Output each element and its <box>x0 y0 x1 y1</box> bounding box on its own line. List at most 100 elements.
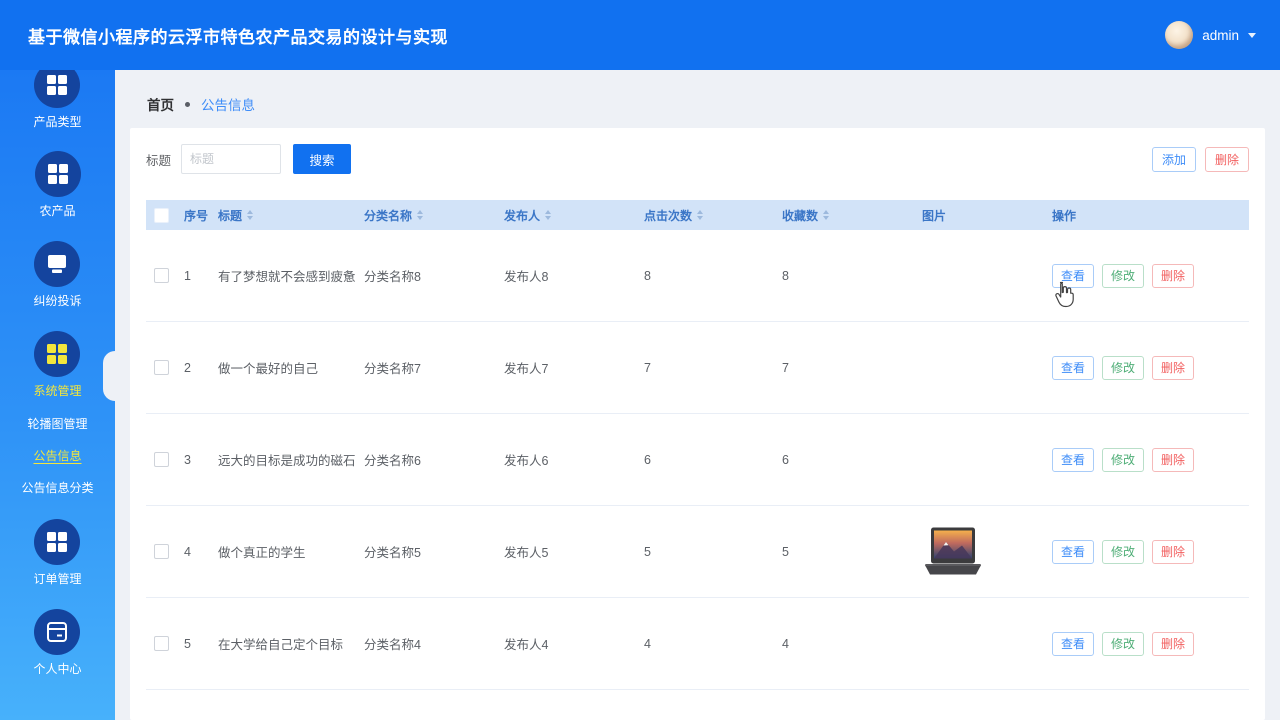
edit-button[interactable]: 修改 <box>1102 540 1144 564</box>
sidebar-item-label: 农产品 <box>39 204 75 218</box>
delete-button[interactable]: 删除 <box>1205 147 1249 172</box>
column-header-label: 收藏数 <box>782 207 818 224</box>
cell-actions: 查看修改删除 <box>1044 356 1249 380</box>
sort-icon[interactable] <box>697 210 703 220</box>
chevron-down-icon <box>1248 33 1256 38</box>
main-content: 首页 公告信息 标题 搜索 添加 删除 序号标题分类名称发布人点击次数收藏数图片… <box>115 70 1280 720</box>
breadcrumb-separator-icon <box>185 102 190 107</box>
cell-favorites: 4 <box>774 637 914 651</box>
cell-actions: 查看修改删除 <box>1044 448 1249 472</box>
row-checkbox-cell <box>146 268 176 283</box>
table-row: 1有了梦想就不会感到疲惫分类名称8发布人888查看修改删除 <box>146 230 1249 322</box>
row-delete-button[interactable]: 删除 <box>1152 632 1194 656</box>
cell-title: 有了梦想就不会感到疲惫 <box>210 266 356 285</box>
row-delete-button[interactable]: 删除 <box>1152 264 1194 288</box>
view-button[interactable]: 查看 <box>1052 632 1094 656</box>
table-row: 3远大的目标是成功的磁石分类名称6发布人666查看修改删除 <box>146 414 1249 506</box>
table-header-row: 序号标题分类名称发布人点击次数收藏数图片操作 <box>146 200 1249 230</box>
sidebar-item-label: 纠纷投诉 <box>33 294 81 308</box>
active-item-notch <box>103 351 115 401</box>
sort-icon[interactable] <box>417 210 423 220</box>
select-all-checkbox[interactable] <box>154 208 169 223</box>
cell-publisher: 发布人4 <box>496 634 636 653</box>
cell-favorites: 7 <box>774 361 914 375</box>
cell-publisher: 发布人6 <box>496 450 636 469</box>
sidebar-subitem-公告信息[interactable]: 公告信息 <box>33 449 81 463</box>
column-header-actions: 操作 <box>1044 207 1249 224</box>
row-delete-button[interactable]: 删除 <box>1152 448 1194 472</box>
sidebar-subitem-轮播图管理[interactable]: 轮播图管理 <box>27 417 87 431</box>
column-header-label: 操作 <box>1052 207 1076 224</box>
column-header-publisher[interactable]: 发布人 <box>496 207 636 224</box>
row-checkbox-cell <box>146 544 176 559</box>
row-delete-button[interactable]: 删除 <box>1152 356 1194 380</box>
edit-button[interactable]: 修改 <box>1102 264 1144 288</box>
column-header-label: 图片 <box>922 207 946 224</box>
top-header: 基于微信小程序的云浮市特色农产品交易的设计与实现 admin <box>0 0 1280 70</box>
username: admin <box>1202 28 1239 43</box>
sidebar-item-系统管理[interactable]: 系统管理 <box>33 331 81 398</box>
cell-index: 4 <box>176 545 210 559</box>
view-button[interactable]: 查看 <box>1052 264 1094 288</box>
cell-publisher: 发布人5 <box>496 542 636 561</box>
sort-icon[interactable] <box>823 210 829 220</box>
column-header-title[interactable]: 标题 <box>210 207 356 224</box>
sidebar-item-订单管理[interactable]: 订单管理 <box>33 519 81 586</box>
sidebar-subitem-公告信息分类[interactable]: 公告信息分类 <box>21 481 93 495</box>
add-button[interactable]: 添加 <box>1152 147 1196 172</box>
cell-clicks: 7 <box>636 361 774 375</box>
row-checkbox[interactable] <box>154 544 169 559</box>
cell-favorites: 8 <box>774 269 914 283</box>
sidebar-item-纠纷投诉[interactable]: 纠纷投诉 <box>33 241 81 308</box>
announcement-table: 序号标题分类名称发布人点击次数收藏数图片操作 1有了梦想就不会感到疲惫分类名称8… <box>146 200 1249 690</box>
column-header-favorites[interactable]: 收藏数 <box>774 207 914 224</box>
cell-category: 分类名称4 <box>356 634 496 653</box>
cell-title: 做一个最好的自己 <box>210 358 356 377</box>
table-row: 2做一个最好的自己分类名称7发布人777查看修改删除 <box>146 322 1249 414</box>
toolbar: 标题 搜索 添加 删除 <box>146 144 1249 174</box>
sort-icon[interactable] <box>545 210 551 220</box>
cell-clicks: 8 <box>636 269 774 283</box>
view-button[interactable]: 查看 <box>1052 356 1094 380</box>
cell-actions: 查看修改删除 <box>1044 264 1249 288</box>
grid-icon <box>34 331 80 377</box>
row-delete-button[interactable]: 删除 <box>1152 540 1194 564</box>
row-checkbox[interactable] <box>154 360 169 375</box>
view-button[interactable]: 查看 <box>1052 448 1094 472</box>
cell-index: 2 <box>176 361 210 375</box>
view-button[interactable]: 查看 <box>1052 540 1094 564</box>
row-checkbox[interactable] <box>154 636 169 651</box>
cell-publisher: 发布人7 <box>496 358 636 377</box>
user-menu[interactable]: admin <box>1165 21 1256 49</box>
breadcrumb-current[interactable]: 公告信息 <box>201 94 255 114</box>
sidebar-item-产品类型[interactable]: 产品类型 <box>33 70 81 129</box>
sidebar-item-个人中心[interactable]: 个人中心 <box>33 609 81 676</box>
table-header: 序号标题分类名称发布人点击次数收藏数图片操作 <box>146 200 1249 230</box>
cell-title: 做个真正的学生 <box>210 542 356 561</box>
cell-image <box>914 527 1044 577</box>
sidebar-item-label: 订单管理 <box>33 572 81 586</box>
row-checkbox-cell <box>146 636 176 651</box>
edit-button[interactable]: 修改 <box>1102 356 1144 380</box>
column-header-label: 标题 <box>218 207 242 224</box>
search-button[interactable]: 搜索 <box>293 144 351 174</box>
column-header-category[interactable]: 分类名称 <box>356 207 496 224</box>
card-icon <box>34 609 80 655</box>
edit-button[interactable]: 修改 <box>1102 448 1144 472</box>
cell-category: 分类名称6 <box>356 450 496 469</box>
breadcrumb-home[interactable]: 首页 <box>147 94 174 114</box>
table-row: 4做个真正的学生分类名称5发布人555 查看修改删除 <box>146 506 1249 598</box>
avatar[interactable] <box>1165 21 1193 49</box>
cell-category: 分类名称7 <box>356 358 496 377</box>
column-header-label: 点击次数 <box>644 207 692 224</box>
column-header-clicks[interactable]: 点击次数 <box>636 207 774 224</box>
sidebar-item-农产品[interactable]: 农产品 <box>35 151 81 218</box>
sidebar-item-label: 个人中心 <box>33 662 81 676</box>
row-checkbox[interactable] <box>154 452 169 467</box>
row-checkbox[interactable] <box>154 268 169 283</box>
edit-button[interactable]: 修改 <box>1102 632 1144 656</box>
search-input[interactable] <box>181 144 281 174</box>
cell-index: 3 <box>176 453 210 467</box>
sort-icon[interactable] <box>247 210 253 220</box>
page-title: 基于微信小程序的云浮市特色农产品交易的设计与实现 <box>28 23 448 48</box>
